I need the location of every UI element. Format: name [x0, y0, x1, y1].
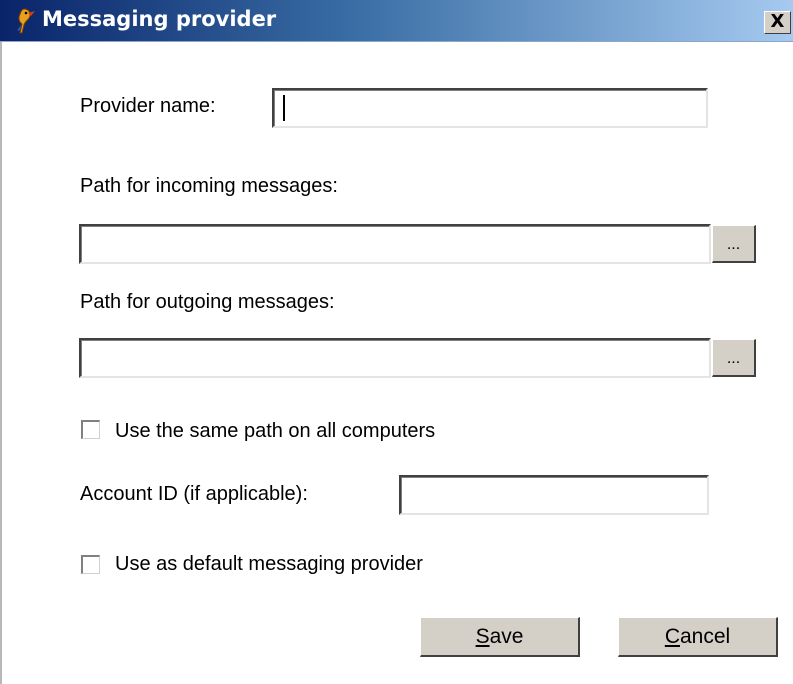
outgoing-browse-button[interactable]: ... [712, 339, 756, 377]
cancel-button[interactable]: Cancel [618, 617, 778, 657]
incoming-path-label: Path for incoming messages: [80, 175, 338, 197]
bird-icon [12, 7, 38, 35]
save-button[interactable]: Save [420, 617, 580, 657]
window-title: Messaging provider [42, 7, 277, 31]
same-path-checkbox[interactable] [81, 420, 100, 439]
text-caret [283, 95, 285, 121]
outgoing-path-label: Path for outgoing messages: [80, 291, 335, 313]
browse-label: ... [726, 350, 741, 367]
account-id-label: Account ID (if applicable): [80, 483, 308, 505]
cancel-label: ancel [679, 625, 731, 648]
close-button[interactable]: X [764, 11, 791, 34]
window-border [0, 42, 2, 684]
cancel-mnemonic: C [664, 625, 680, 648]
account-id-input[interactable] [399, 475, 709, 515]
title-bar: Messaging provider X [0, 0, 793, 42]
default-provider-label[interactable]: Use as default messaging provider [115, 553, 423, 576]
same-path-label[interactable]: Use the same path on all computers [115, 420, 435, 443]
save-mnemonic: S [475, 625, 490, 648]
provider-name-label: Provider name: [80, 95, 216, 117]
incoming-path-input[interactable] [79, 224, 711, 264]
default-provider-checkbox[interactable] [81, 555, 100, 574]
close-icon: X [770, 11, 785, 32]
browse-label: ... [726, 236, 741, 253]
incoming-browse-button[interactable]: ... [712, 225, 756, 263]
provider-name-input[interactable] [272, 88, 708, 128]
outgoing-path-input[interactable] [79, 338, 711, 378]
save-label: ave [489, 625, 524, 648]
